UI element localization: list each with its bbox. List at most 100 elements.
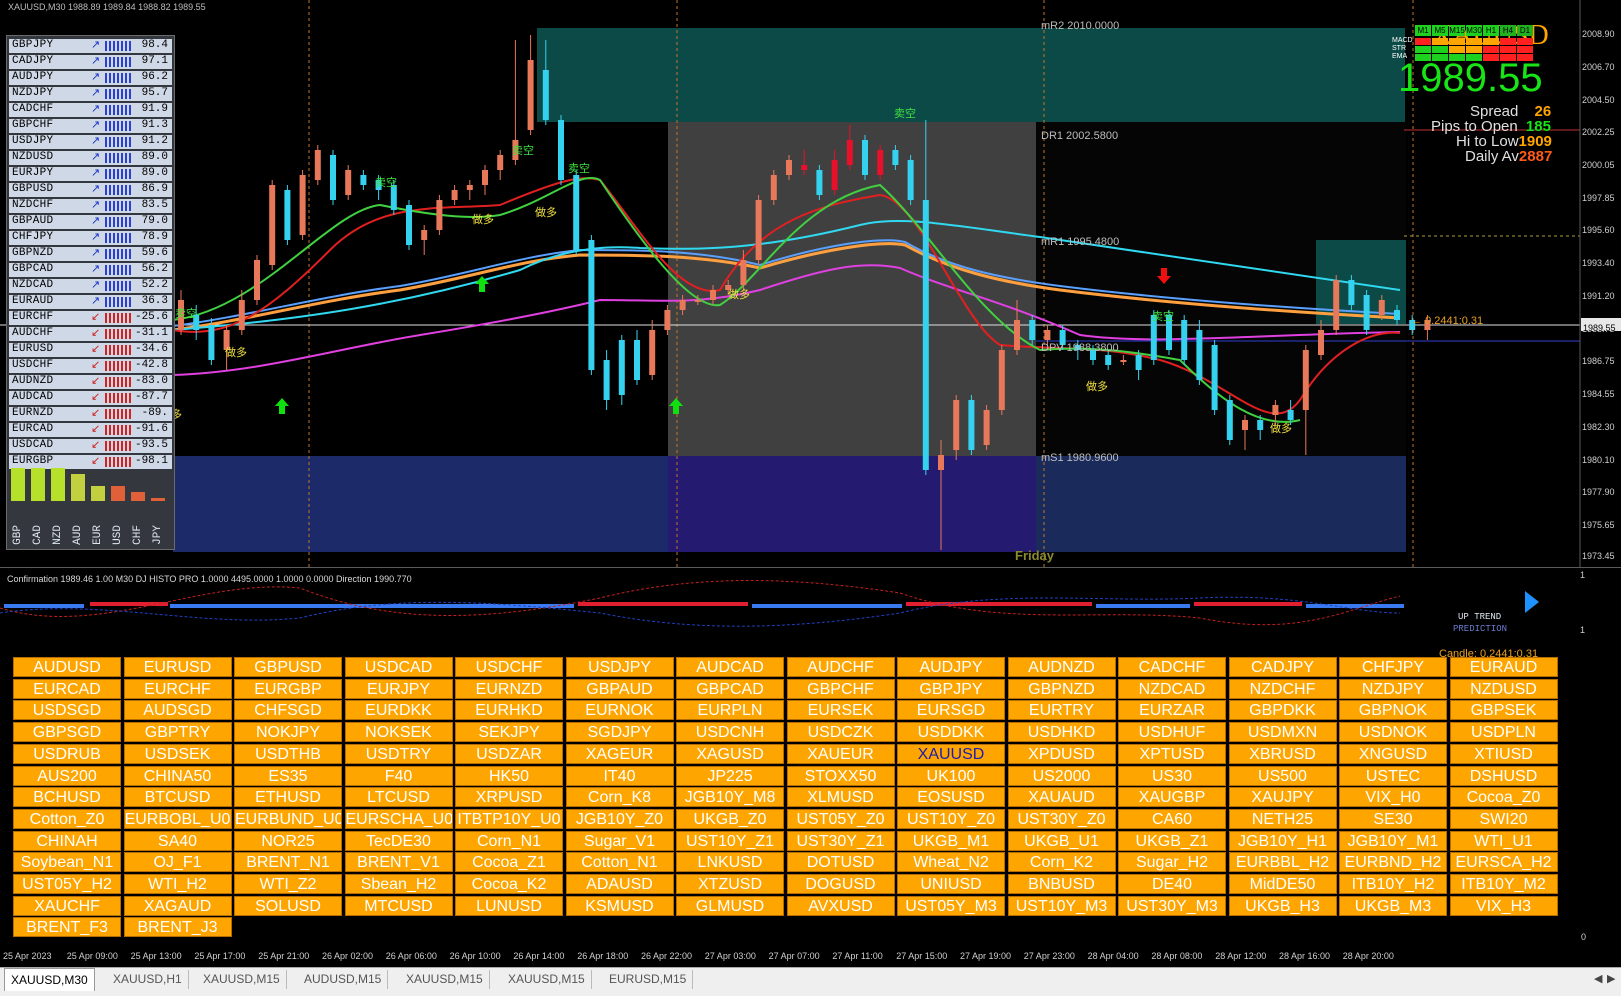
symbol-button-bnbusd[interactable]: BNBUSD — [1007, 874, 1116, 894]
symbol-button-usdjpy[interactable]: USDJPY — [565, 657, 674, 677]
symbol-button-itb10y_m2[interactable]: ITB10Y_M2 — [1449, 874, 1558, 894]
symbol-button-corn_k8[interactable]: Corn_K8 — [565, 787, 674, 808]
symbol-button-sa40[interactable]: SA40 — [123, 830, 232, 851]
symbol-button-usdzar[interactable]: USDZAR — [455, 743, 563, 764]
symbol-button-eurcad[interactable]: EURCAD — [13, 678, 121, 699]
symbol-button-stoxx50[interactable]: STOXX50 — [786, 765, 895, 786]
symbol-button-eurnzd[interactable]: EURNZD — [455, 678, 563, 699]
strength-row[interactable]: AUDJPY ↗ 96.2 — [9, 71, 172, 85]
symbol-button-jgb10y_h1[interactable]: JGB10Y_H1 — [1228, 830, 1337, 851]
strength-row[interactable]: NZDCAD ↗ 52.2 — [9, 279, 172, 293]
symbol-button-sgdjpy[interactable]: SGDJPY — [565, 722, 674, 743]
symbol-button-gbpusd[interactable]: GBPUSD — [234, 657, 342, 677]
symbol-button-eurzar[interactable]: EURZAR — [1118, 700, 1226, 721]
symbol-button-euraud[interactable]: EURAUD — [1449, 657, 1558, 677]
symbol-button-audchf[interactable]: AUDCHF — [786, 657, 895, 677]
symbol-button-btcusd[interactable]: BTCUSD — [123, 787, 232, 808]
symbol-button-usdcad[interactable]: USDCAD — [344, 657, 453, 677]
symbol-button-gbptry[interactable]: GBPTRY — [123, 722, 232, 743]
symbol-button-de40[interactable]: DE40 — [1118, 874, 1226, 894]
chart-tab[interactable]: XAUUSD,M15 — [197, 970, 287, 989]
symbol-button-usdczk[interactable]: USDCZK — [786, 722, 895, 743]
symbol-button-cadchf[interactable]: CADCHF — [1118, 657, 1226, 677]
symbol-button-ca60[interactable]: CA60 — [1118, 808, 1226, 829]
symbol-button-soybean_n1[interactable]: Soybean_N1 — [13, 852, 121, 873]
symbol-button-gbpchf[interactable]: GBPCHF — [786, 678, 895, 699]
symbol-button-xauchf[interactable]: XAUCHF — [13, 895, 121, 916]
symbol-button-it40[interactable]: IT40 — [565, 765, 674, 786]
symbol-button-nzdchf[interactable]: NZDCHF — [1228, 678, 1337, 699]
chart-tab[interactable]: XAUUSD,M15 — [400, 970, 490, 989]
symbol-button-ust10y_z1[interactable]: UST10Y_Z1 — [676, 830, 784, 851]
symbol-button-eurjpy[interactable]: EURJPY — [344, 678, 453, 699]
symbol-button-gbpnzd[interactable]: GBPNZD — [1007, 678, 1116, 699]
strength-row[interactable]: AUDNZD ↙ -83.0 — [9, 375, 172, 389]
strength-row[interactable]: EURAUD ↗ 36.3 — [9, 295, 172, 309]
strength-row[interactable]: GBPCHF ↗ 91.3 — [9, 119, 172, 133]
symbol-button-brent_n1[interactable]: BRENT_N1 — [234, 852, 342, 873]
symbol-button-wheat_n2[interactable]: Wheat_N2 — [897, 852, 1005, 873]
symbol-button-avxusd[interactable]: AVXUSD — [786, 895, 895, 916]
scroll-left-icon[interactable]: ◀ — [1594, 972, 1602, 985]
symbol-button-eurhkd[interactable]: EURHKD — [455, 700, 563, 721]
symbol-button-lunusd[interactable]: LUNUSD — [455, 895, 563, 916]
symbol-button-ust30y_z0[interactable]: UST30Y_Z0 — [1007, 808, 1116, 829]
symbol-button-cotton_z0[interactable]: Cotton_Z0 — [13, 808, 121, 829]
symbol-button-tecde30[interactable]: TecDE30 — [344, 830, 453, 851]
symbol-button-china50[interactable]: CHINA50 — [123, 765, 232, 786]
strength-row[interactable]: CHFJPY ↗ 78.9 — [9, 231, 172, 245]
symbol-button-eurtry[interactable]: EURTRY — [1007, 700, 1116, 721]
symbol-button-eursek[interactable]: EURSEK — [786, 700, 895, 721]
symbol-button-nokjpy[interactable]: NOKJPY — [234, 722, 342, 743]
symbol-button-ust05y_h2[interactable]: UST05Y_H2 — [13, 874, 121, 894]
symbol-button-vix_h0[interactable]: VIX_H0 — [1339, 787, 1447, 808]
symbol-button-eurscha_u0[interactable]: EURSCHA_U0 — [344, 808, 453, 829]
symbol-button-eurbnd_h2[interactable]: EURBND_H2 — [1339, 852, 1447, 873]
symbol-button-usdsek[interactable]: USDSEK — [123, 743, 232, 764]
symbol-button-gbpdkk[interactable]: GBPDKK — [1228, 700, 1337, 721]
symbol-button-brent_j3[interactable]: BRENT_J3 — [123, 917, 232, 938]
strength-row[interactable]: USDCAD ↙ -93.5 — [9, 439, 172, 453]
symbol-button-sugar_v1[interactable]: Sugar_V1 — [565, 830, 674, 851]
symbol-button-noksek[interactable]: NOKSEK — [344, 722, 453, 743]
symbol-button-nzdcad[interactable]: NZDCAD — [1118, 678, 1226, 699]
symbol-button-jp225[interactable]: JP225 — [676, 765, 784, 786]
strength-row[interactable]: EURJPY ↗ 89.0 — [9, 167, 172, 181]
symbol-button-ukgb_m1[interactable]: UKGB_M1 — [897, 830, 1005, 851]
symbol-button-ukgb_u1[interactable]: UKGB_U1 — [1007, 830, 1116, 851]
symbol-button-usdthb[interactable]: USDTHB — [234, 743, 342, 764]
symbol-button-chinah[interactable]: CHINAH — [13, 830, 121, 851]
symbol-button-bchusd[interactable]: BCHUSD — [13, 787, 121, 808]
symbol-button-ust05y_m3[interactable]: UST05Y_M3 — [897, 895, 1005, 916]
strength-row[interactable]: GBPNZD ↗ 59.6 — [9, 247, 172, 261]
symbol-button-ukgb_z1[interactable]: UKGB_Z1 — [1118, 830, 1226, 851]
symbol-button-eurbbl_h2[interactable]: EURBBL_H2 — [1228, 852, 1337, 873]
symbol-button-ust10y_z0[interactable]: UST10Y_Z0 — [897, 808, 1005, 829]
symbol-button-cadjpy[interactable]: CADJPY — [1228, 657, 1337, 677]
symbol-button-corn_k2[interactable]: Corn_K2 — [1007, 852, 1116, 873]
strength-row[interactable]: CADJPY ↗ 97.1 — [9, 55, 172, 69]
chart-tab[interactable]: XAUUSD,H1 — [107, 970, 189, 989]
strength-row[interactable]: CADCHF ↗ 91.9 — [9, 103, 172, 117]
symbol-button-cotton_n1[interactable]: Cotton_N1 — [565, 852, 674, 873]
chart-tab[interactable]: AUDUSD,M15 — [298, 970, 389, 989]
symbol-button-usdsgd[interactable]: USDSGD — [13, 700, 121, 721]
symbol-button-audnzd[interactable]: AUDNZD — [1007, 657, 1116, 677]
symbol-button-xngusd[interactable]: XNGUSD — [1339, 743, 1447, 764]
symbol-button-xlmusd[interactable]: XLMUSD — [786, 787, 895, 808]
symbol-button-chfjpy[interactable]: CHFJPY — [1339, 657, 1447, 677]
symbol-button-adausd[interactable]: ADAUSD — [565, 874, 674, 894]
strength-row[interactable]: GBPAUD ↗ 79.0 — [9, 215, 172, 229]
symbol-button-sugar_h2[interactable]: Sugar_H2 — [1118, 852, 1226, 873]
symbol-button-usdtry[interactable]: USDTRY — [344, 743, 453, 764]
chart-tab[interactable]: XAUUSD,M15 — [502, 970, 592, 989]
strength-row[interactable]: EURCAD ↙ -91.6 — [9, 423, 172, 437]
symbol-button-xauusd[interactable]: XAUUSD — [897, 743, 1005, 764]
symbol-button-ltcusd[interactable]: LTCUSD — [344, 787, 453, 808]
symbol-button-usdmxn[interactable]: USDMXN — [1228, 722, 1337, 743]
symbol-button-ust30y_z1[interactable]: UST30Y_Z1 — [786, 830, 895, 851]
chart-tab[interactable]: XAUUSD,M30 — [4, 968, 95, 991]
symbol-button-usdhuf[interactable]: USDHUF — [1118, 722, 1226, 743]
symbol-button-ethusd[interactable]: ETHUSD — [234, 787, 342, 808]
symbol-button-xaujpy[interactable]: XAUJPY — [1228, 787, 1337, 808]
